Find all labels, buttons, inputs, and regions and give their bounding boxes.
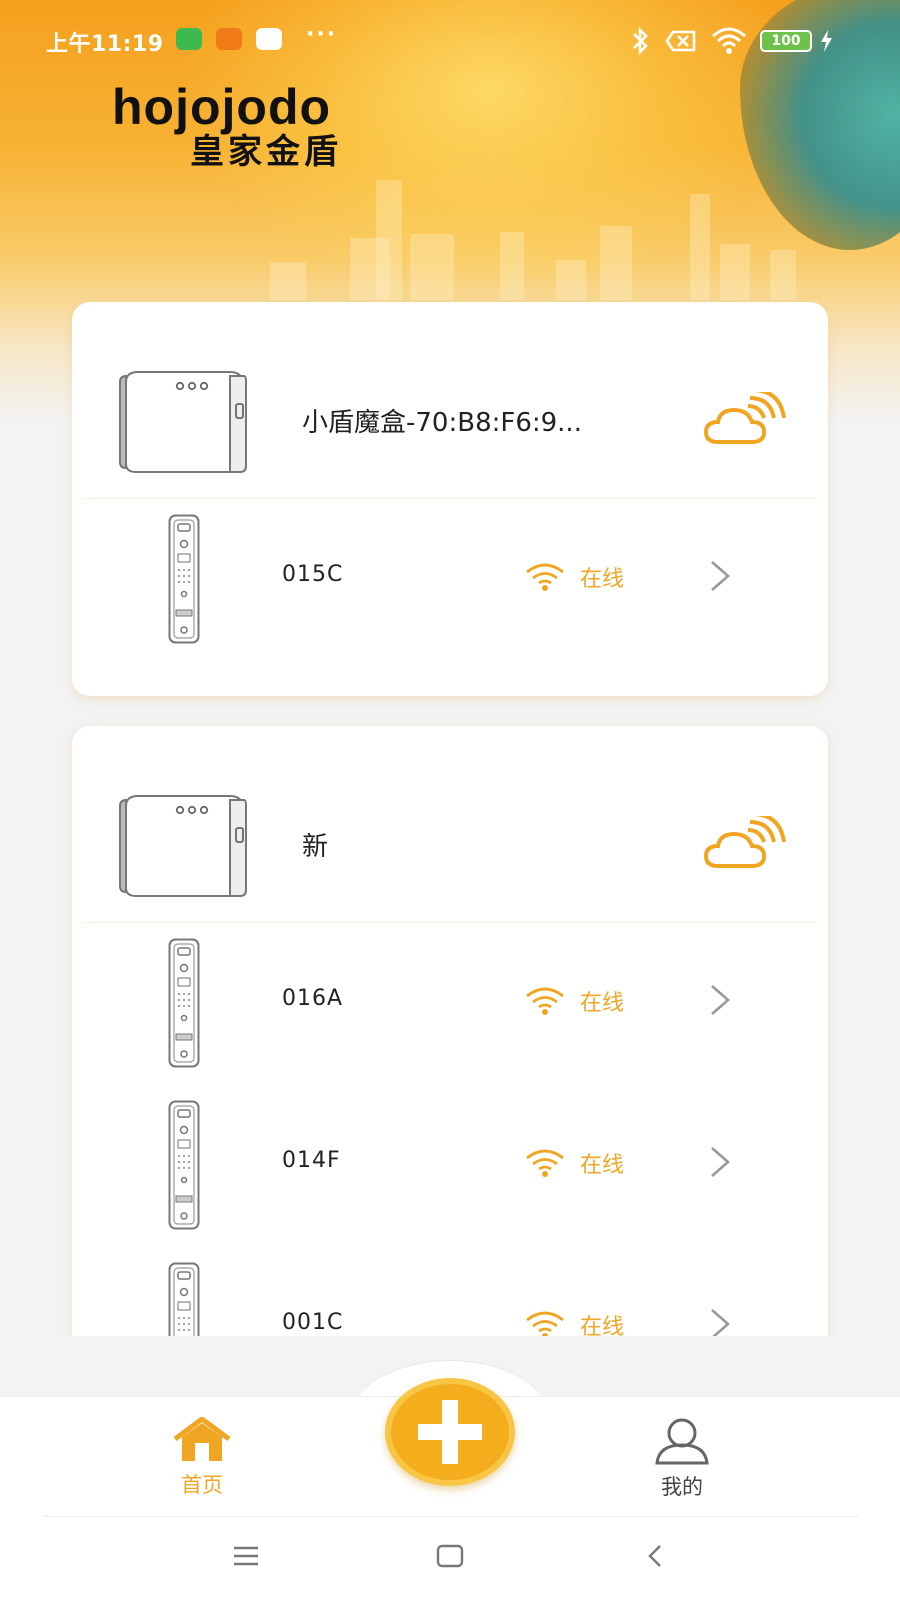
charging-icon	[821, 30, 832, 52]
chevron-right-icon[interactable]	[708, 1306, 732, 1336]
smart-lock-icon	[168, 1100, 200, 1230]
gateway-card: 新 016A 在线 014F 在线 001C 在线	[72, 726, 828, 1336]
chevron-right-icon[interactable]	[708, 1144, 732, 1180]
gateway-row[interactable]: 小盾魔盒-70:B8:F6:9...	[72, 302, 828, 498]
wifi-status-icon	[712, 27, 746, 54]
status-time: 上午11:19	[46, 32, 164, 57]
system-nav-bar	[0, 1516, 900, 1600]
plus-icon	[418, 1400, 482, 1464]
sim-absent-icon	[665, 30, 696, 52]
gateway-device-icon	[119, 795, 247, 897]
status-bar: 上午11:19 ··· 100	[0, 22, 900, 62]
back-icon[interactable]	[644, 1544, 668, 1568]
smart-lock-icon	[168, 514, 200, 644]
status-right-icons: 100	[630, 26, 840, 56]
lock-status: 在线	[580, 1315, 625, 1336]
wifi-signal-icon	[526, 1311, 564, 1336]
home-square-icon[interactable]	[436, 1544, 464, 1568]
person-icon	[655, 1418, 709, 1465]
device-list-scroll[interactable]: 新 016A 在线 014F 在线 001C 在线	[0, 700, 900, 1336]
status-more: ···	[306, 22, 338, 47]
bluetooth-icon	[633, 26, 648, 56]
nav-mine[interactable]: 我的	[622, 1417, 742, 1501]
home-icon	[173, 1416, 231, 1461]
gateway-row[interactable]: 新	[72, 726, 828, 922]
lock-status: 在线	[580, 1153, 625, 1178]
lock-row[interactable]: 015C 在线	[72, 498, 828, 664]
nav-home[interactable]: 首页	[142, 1416, 262, 1499]
wifi-signal-icon	[526, 1149, 564, 1177]
cloud-connected-icon	[704, 816, 786, 868]
lock-status: 在线	[580, 991, 625, 1016]
wifi-signal-icon	[526, 987, 564, 1015]
brand-logo: hojojodo 皇家金盾	[112, 82, 342, 172]
logo-english: hojojodo	[112, 79, 332, 135]
baidu-notification-icon	[256, 28, 282, 50]
screen: 上午11:19 ··· 100 hojojodo 皇家金盾 小盾魔盒-70:B8…	[0, 0, 900, 1600]
wechat-notification-icon	[176, 28, 202, 50]
menu-icon[interactable]	[232, 1544, 260, 1568]
gateway-card: 小盾魔盒-70:B8:F6:9... 015C 在线	[72, 302, 828, 696]
reader-notification-icon	[216, 28, 242, 50]
chevron-right-icon[interactable]	[708, 982, 732, 1018]
lock-row[interactable]: 016A 在线	[72, 922, 828, 1088]
nav-home-label: 首页	[181, 1473, 223, 1497]
lock-name: 001C	[282, 1310, 344, 1335]
chevron-right-icon[interactable]	[708, 558, 732, 594]
smart-lock-icon	[168, 1262, 200, 1336]
lock-row[interactable]: 014F 在线	[72, 1084, 828, 1250]
add-device-button[interactable]	[385, 1378, 515, 1486]
cloud-connected-icon	[704, 392, 786, 444]
gateway-name: 小盾魔盒-70:B8:F6:9...	[302, 408, 582, 438]
wifi-signal-icon	[526, 563, 564, 591]
logo-chinese: 皇家金盾	[190, 132, 342, 172]
city-skyline	[260, 180, 820, 300]
nav-mine-label: 我的	[661, 1475, 703, 1499]
system-nav-divider	[42, 1516, 858, 1517]
lock-name: 015C	[282, 562, 344, 587]
smart-lock-icon	[168, 938, 200, 1068]
lock-row[interactable]: 001C 在线	[72, 1246, 828, 1336]
battery-indicator: 100	[760, 30, 812, 52]
lock-name: 014F	[282, 1148, 341, 1173]
lock-status: 在线	[580, 567, 625, 592]
gateway-device-icon	[119, 371, 247, 473]
lock-name: 016A	[282, 986, 344, 1011]
gateway-name: 新	[302, 832, 329, 862]
